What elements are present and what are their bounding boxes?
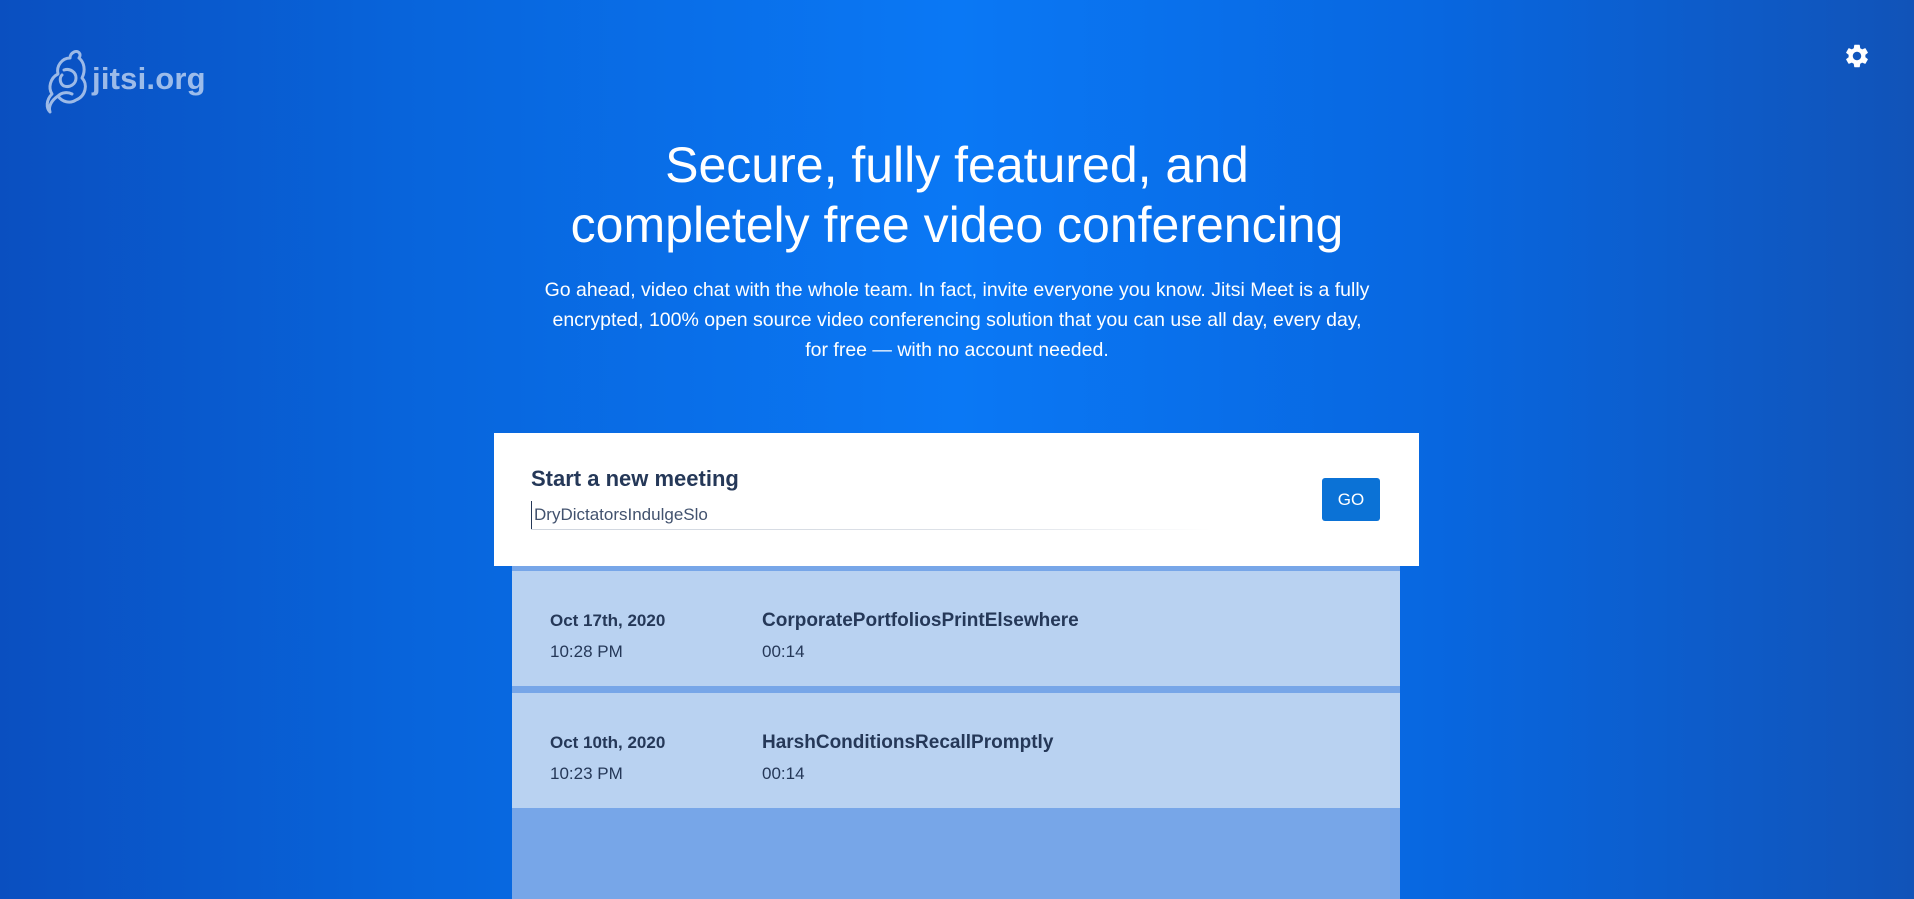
recent-meeting-duration: 00:14	[762, 764, 805, 783]
recent-meetings-list: Oct 17th, 2020 10:28 PM CorporatePortfol…	[512, 566, 1400, 899]
hero-title-line2: completely free video conferencing	[570, 197, 1344, 253]
jitsi-logo[interactable]: jitsi.org	[44, 48, 206, 116]
recent-meeting-room: CorporatePortfoliosPrintElsewhere	[762, 610, 1079, 631]
recent-meeting-date: Oct 17th, 2020	[550, 611, 666, 630]
jitsi-logo-text: jitsi.org	[92, 61, 206, 96]
hero-title: Secure, fully featured, and completely f…	[0, 135, 1914, 255]
recent-meeting-time: 10:28 PM	[550, 642, 623, 661]
start-meeting-card: Start a new meeting GO	[494, 433, 1419, 566]
room-name-input[interactable]	[531, 501, 1211, 529]
room-name-input-underline	[531, 529, 1211, 530]
settings-gear-icon[interactable]	[1843, 42, 1871, 70]
go-button[interactable]: GO	[1322, 478, 1380, 521]
recent-meeting-item[interactable]: Oct 10th, 2020 10:23 PM HarshConditionsR…	[512, 693, 1400, 808]
recent-meeting-date: Oct 10th, 2020	[550, 733, 666, 752]
hero-description: Go ahead, video chat with the whole team…	[544, 279, 1370, 361]
start-meeting-title: Start a new meeting	[531, 466, 739, 491]
recent-meeting-item[interactable]: Oct 17th, 2020 10:28 PM CorporatePortfol…	[512, 571, 1400, 686]
hero-title-line1: Secure, fully featured, and	[665, 137, 1249, 193]
recent-meeting-room: HarshConditionsRecallPromptly	[762, 732, 1054, 753]
recent-meeting-duration: 00:14	[762, 642, 805, 661]
jitsi-logo-icon	[45, 50, 87, 114]
recent-meeting-time: 10:23 PM	[550, 764, 623, 783]
